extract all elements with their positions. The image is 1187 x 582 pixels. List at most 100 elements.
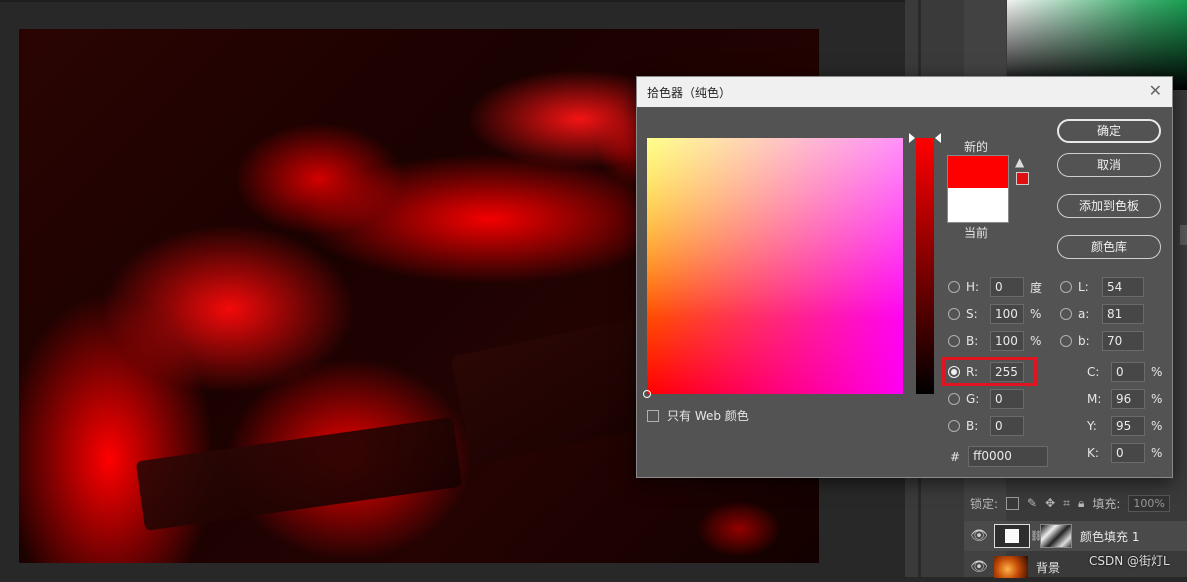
- yellow-input[interactable]: 95: [1111, 416, 1145, 436]
- blue-input[interactable]: 0: [990, 416, 1024, 436]
- slider-handle-left[interactable]: [909, 133, 915, 143]
- lab-a-label: a:: [1078, 307, 1090, 321]
- cyan-label: C:: [1087, 365, 1100, 379]
- eye-icon[interactable]: 👁︎: [964, 528, 994, 544]
- saturation-brightness-field[interactable]: [643, 138, 903, 398]
- fill-label: 填充:: [1092, 496, 1121, 511]
- lab-a-row: a: 81: [1060, 304, 1144, 324]
- saturation-radio[interactable]: [948, 308, 960, 320]
- watermark: CSDN @街灯L: [1089, 554, 1170, 568]
- lab-b-radio[interactable]: [1060, 335, 1072, 347]
- brightness-radio[interactable]: [948, 335, 960, 347]
- black-unit: %: [1151, 446, 1163, 460]
- move-icon[interactable]: ✥: [1045, 496, 1055, 510]
- magenta-input[interactable]: 96: [1111, 389, 1145, 409]
- gamut-warning-swatch[interactable]: [1016, 172, 1029, 185]
- warning-icon[interactable]: ▲: [1015, 155, 1024, 169]
- field-highlight-layer: [647, 138, 903, 394]
- lab-b-input[interactable]: 70: [1102, 331, 1144, 351]
- current-color-label: 当前: [964, 226, 989, 240]
- color-picker-dialog: 拾色器（纯色） ✕ 新的 当前 ▲ 确定 取消 添加到色板 颜色库 H: 0 度…: [636, 76, 1173, 478]
- hex-row: # ff0000: [950, 446, 1049, 467]
- web-colors-checkbox[interactable]: [647, 409, 659, 422]
- black-input[interactable]: 0: [1111, 443, 1145, 463]
- color-slider[interactable]: [909, 133, 941, 394]
- wood-log-shape: [135, 417, 463, 531]
- current-color-swatch[interactable]: [947, 188, 1009, 223]
- lab-l-input[interactable]: 54: [1102, 277, 1144, 297]
- black-label: K:: [1087, 446, 1099, 460]
- layer-thumbnail-background[interactable]: [994, 556, 1028, 578]
- brightness-row: B: 100 %: [948, 331, 1044, 351]
- cyan-unit: %: [1151, 365, 1163, 379]
- brightness-label: B:: [966, 334, 979, 348]
- lab-b-row: b: 70: [1060, 331, 1144, 351]
- brightness-input[interactable]: 100: [990, 331, 1024, 351]
- new-color-swatch: [947, 155, 1009, 189]
- red-label: R:: [966, 365, 979, 379]
- close-icon[interactable]: ✕: [1149, 82, 1162, 100]
- blue-radio[interactable]: [948, 420, 960, 432]
- eye-icon[interactable]: 👁︎: [964, 559, 994, 575]
- green-row: G: 0: [948, 389, 1024, 409]
- blue-row: B: 0: [948, 416, 1024, 436]
- magenta-unit: %: [1151, 392, 1163, 406]
- dialog-title: 拾色器（纯色）: [647, 85, 732, 100]
- layer-row-color-fill[interactable]: 👁︎ ⛓︎ 颜色填充 1: [964, 521, 1187, 551]
- yellow-unit: %: [1151, 419, 1163, 433]
- hex-label: #: [950, 449, 961, 464]
- black-row: K: 0 %: [1087, 443, 1165, 463]
- red-radio[interactable]: [948, 366, 960, 378]
- cyan-row: C: 0 %: [1087, 362, 1165, 382]
- yellow-row: Y: 95 %: [1087, 416, 1165, 436]
- lab-l-label: L:: [1078, 280, 1089, 294]
- hue-unit: 度: [1030, 280, 1043, 295]
- lab-a-input[interactable]: 81: [1102, 304, 1144, 324]
- layers-lock-row: 锁定: ✎ ✥ ⌗ 🔒︎ 填充: 100%: [964, 490, 1187, 516]
- web-colors-label[interactable]: 只有 Web 颜色: [667, 407, 749, 424]
- panel-scrollbar[interactable]: [1180, 225, 1187, 245]
- red-row: R: 255: [948, 362, 1024, 382]
- saturation-input[interactable]: 100: [990, 304, 1024, 324]
- magenta-row: M: 96 %: [1087, 389, 1165, 409]
- layer-mask-thumbnail[interactable]: [1040, 524, 1072, 548]
- lab-b-label: b:: [1078, 334, 1090, 348]
- link-icon[interactable]: ⛓︎: [1030, 531, 1043, 542]
- lock-label: 锁定:: [970, 496, 999, 511]
- hex-input[interactable]: ff0000: [968, 446, 1049, 467]
- lab-a-radio[interactable]: [1060, 308, 1072, 320]
- new-color-label: 新的: [964, 140, 989, 154]
- hue-label: H:: [966, 280, 980, 294]
- magenta-label: M:: [1087, 392, 1102, 406]
- layer-thumbnail-fill[interactable]: [994, 524, 1030, 548]
- slider-handle-right[interactable]: [935, 133, 941, 143]
- hue-row: H: 0 度: [948, 277, 1044, 297]
- add-to-swatches-button[interactable]: 添加到色板: [1057, 194, 1161, 218]
- green-radio[interactable]: [948, 393, 960, 405]
- web-colors-row: 只有 Web 颜色: [647, 407, 749, 424]
- padlock-icon[interactable]: 🔒︎: [1078, 496, 1084, 511]
- lab-l-radio[interactable]: [1060, 281, 1072, 293]
- brightness-unit: %: [1030, 334, 1042, 348]
- red-input[interactable]: 255: [990, 362, 1024, 382]
- green-input[interactable]: 0: [990, 389, 1024, 409]
- fill-value[interactable]: 100%: [1128, 494, 1170, 512]
- ok-button[interactable]: 确定: [1057, 119, 1161, 143]
- dialog-titlebar[interactable]: 拾色器（纯色） ✕: [637, 77, 1172, 107]
- hue-radio[interactable]: [948, 281, 960, 293]
- blue-label: B:: [966, 419, 979, 433]
- crop-icon[interactable]: ⌗: [1063, 496, 1070, 511]
- workspace-top-border: [0, 0, 905, 2]
- color-libraries-button[interactable]: 颜色库: [1057, 235, 1161, 259]
- saturation-label: S:: [966, 307, 978, 321]
- hue-input[interactable]: 0: [990, 277, 1024, 297]
- cyan-input[interactable]: 0: [1111, 362, 1145, 382]
- layer-name[interactable]: 背景: [1036, 559, 1060, 576]
- lab-l-row: L: 54: [1060, 277, 1144, 297]
- field-picker-marker[interactable]: [643, 390, 651, 398]
- layer-name[interactable]: 颜色填充 1: [1080, 528, 1139, 545]
- cancel-button[interactable]: 取消: [1057, 153, 1161, 177]
- saturation-row: S: 100 %: [948, 304, 1044, 324]
- lock-transparent-icon[interactable]: [1006, 496, 1020, 510]
- brush-icon[interactable]: ✎: [1027, 496, 1037, 510]
